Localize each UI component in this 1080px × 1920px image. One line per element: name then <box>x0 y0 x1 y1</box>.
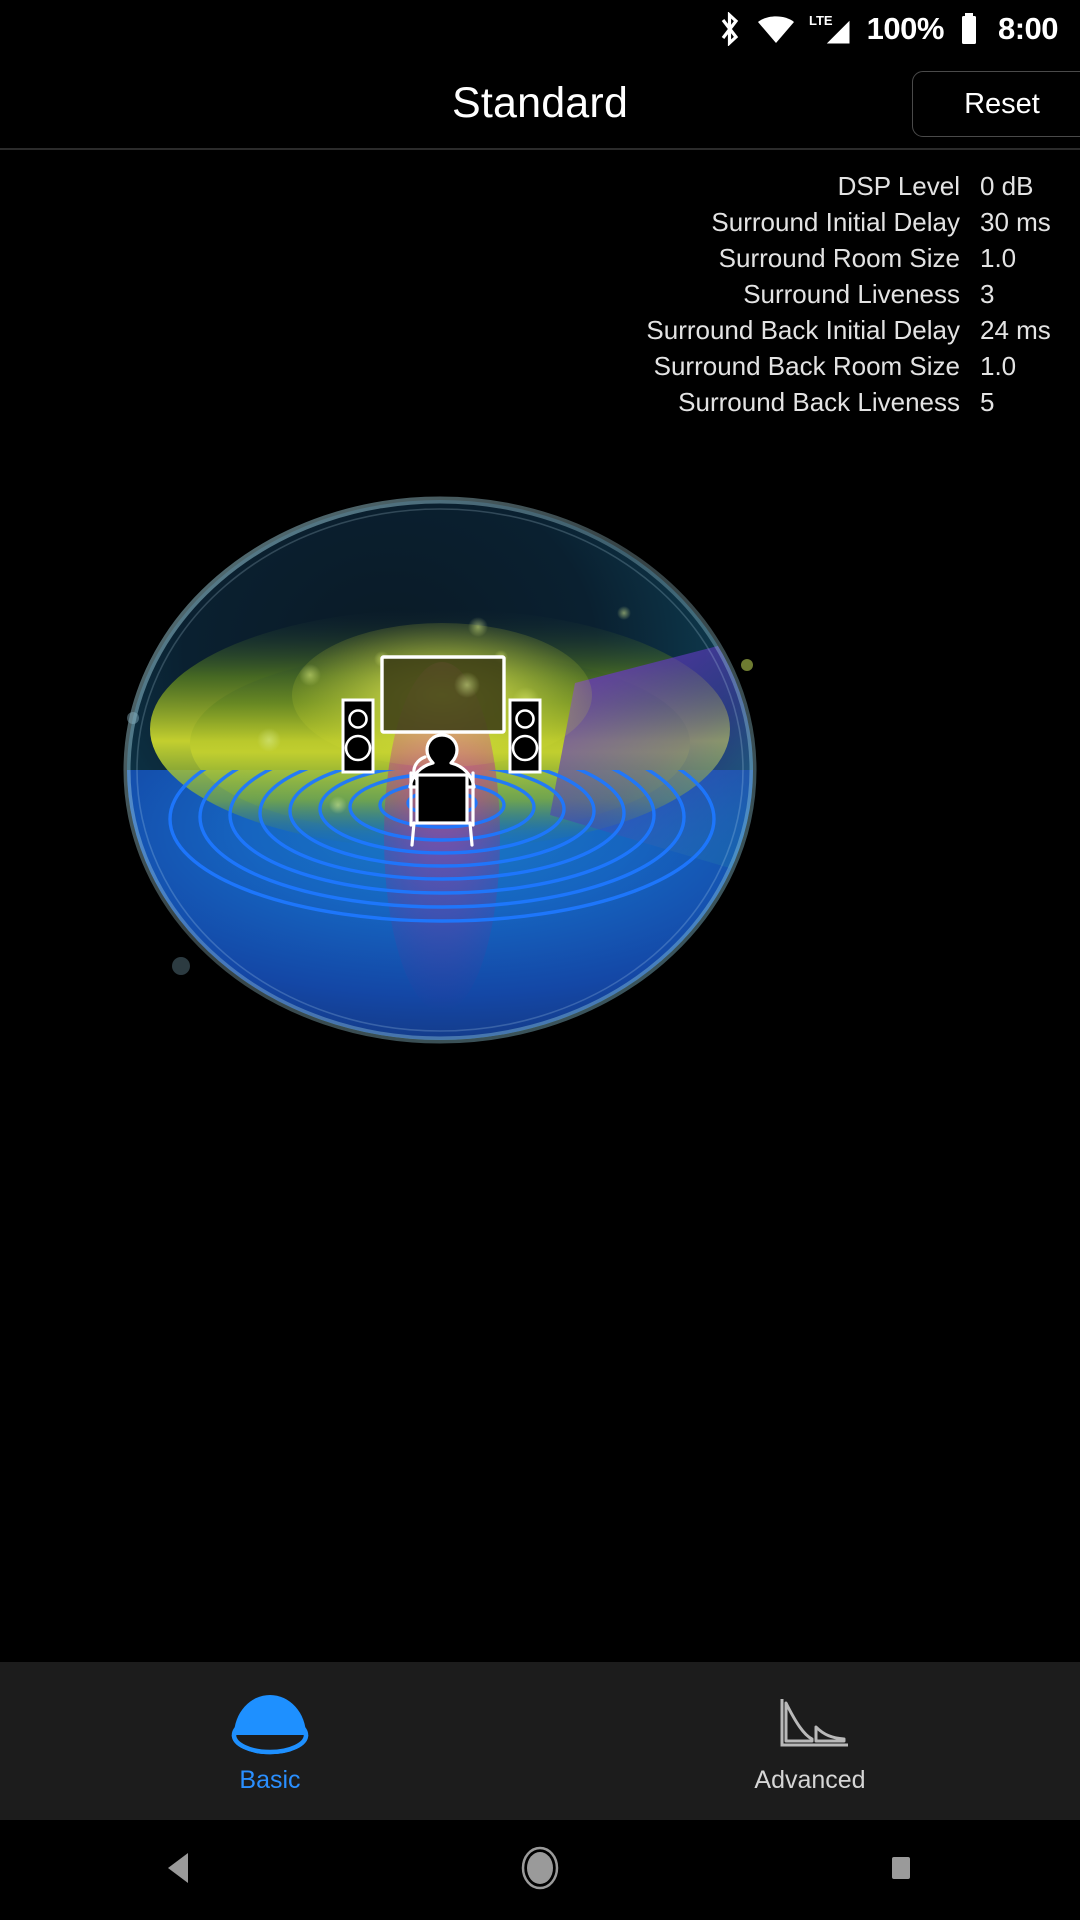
dome-icon <box>228 1688 312 1760</box>
left-speaker <box>341 698 375 774</box>
title-bar: Standard Reset <box>0 58 1080 148</box>
bokeh-particle <box>329 796 347 814</box>
param-label: Surround Back Liveness <box>678 387 960 417</box>
home-button[interactable] <box>360 1846 720 1895</box>
battery-icon <box>958 12 980 46</box>
param-value: 1.0 <box>980 243 1017 273</box>
param-row: DSP Level 0 dB <box>520 168 1080 204</box>
status-bar: LTE 100% 8:00 <box>0 0 1080 58</box>
param-value: 0 dB <box>980 171 1034 201</box>
param-row: Surround Initial Delay 30 ms <box>520 204 1080 240</box>
param-label: Surround Room Size <box>718 243 960 273</box>
param-label: Surround Initial Delay <box>711 207 960 237</box>
param-row: Surround Liveness 3 <box>520 276 1080 312</box>
bottom-tab-bar: Basic Advanced <box>0 1662 1080 1820</box>
param-row: Surround Back Initial Delay 24 ms <box>520 312 1080 348</box>
param-label: Surround Back Initial Delay <box>646 315 960 345</box>
recents-button[interactable] <box>720 1850 1080 1891</box>
back-triangle-icon <box>162 1849 198 1892</box>
param-row: Surround Back Room Size 1.0 <box>520 348 1080 384</box>
status-clock: 8:00 <box>997 11 1059 46</box>
bokeh-particle <box>741 659 753 671</box>
battery-percent-label: 100% <box>866 11 945 46</box>
param-value: 5 <box>980 387 995 417</box>
tab-advanced-label: Advanced <box>754 1765 866 1794</box>
param-value: 3 <box>980 279 995 309</box>
home-circle-icon <box>520 1846 560 1895</box>
param-value: 30 ms <box>980 207 1051 237</box>
sound-field-dome-illustration <box>120 485 760 1045</box>
bokeh-particle <box>617 606 631 620</box>
lte-signal-icon: LTE <box>809 12 853 46</box>
wifi-icon <box>757 13 795 45</box>
param-value: 1.0 <box>980 351 1017 381</box>
dsp-parameter-list: DSP Level 0 dB Surround Initial Delay 30… <box>520 168 1080 420</box>
bokeh-particle <box>257 728 281 752</box>
right-speaker <box>508 698 542 774</box>
param-label: DSP Level <box>837 171 960 201</box>
param-label: Surround Liveness <box>743 279 960 309</box>
param-row: Surround Room Size 1.0 <box>520 240 1080 276</box>
tab-advanced[interactable]: Advanced <box>540 1662 1080 1820</box>
param-row: Surround Back Liveness 5 <box>520 384 1080 420</box>
svg-text:LTE: LTE <box>809 13 833 28</box>
phone-screen: LTE 100% 8:00 Standard Reset DSP Level 0… <box>0 0 1080 1920</box>
reset-button[interactable]: Reset <box>912 71 1080 137</box>
param-label: Surround Back Room Size <box>653 351 960 381</box>
tab-basic-label: Basic <box>239 1765 301 1794</box>
bokeh-particle <box>127 712 139 724</box>
param-value: 24 ms <box>980 315 1051 345</box>
decay-curve-icon <box>764 1688 856 1760</box>
bokeh-particle <box>172 957 190 975</box>
header-divider <box>0 148 1080 150</box>
back-button[interactable] <box>0 1849 360 1892</box>
recents-square-icon <box>883 1850 917 1891</box>
android-navigation-bar <box>0 1820 1080 1920</box>
tab-basic[interactable]: Basic <box>0 1662 540 1820</box>
bluetooth-icon <box>717 12 743 46</box>
